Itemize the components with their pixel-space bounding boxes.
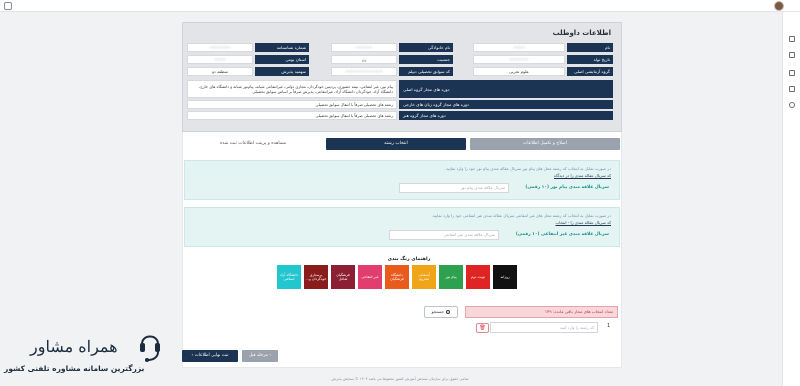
field-label-quota: سهمیه پذیرش	[255, 67, 309, 76]
search-icon	[446, 310, 451, 314]
field-value-birth-date: ••••••••	[473, 55, 565, 64]
legend-swatch-deprived: آسمانی محروم	[412, 265, 436, 289]
field-value-last-name: •••••••	[331, 43, 397, 52]
remaining-choices-badge: تعداد انتخاب های مجاز باقی مانده: ۱۴۹	[465, 306, 618, 318]
final-submit-button[interactable]: ثبت نهایی اطلاعات ‹	[182, 350, 238, 362]
panel-title: اطلاعات داوطلب	[552, 29, 611, 37]
legend-title: راهنمای رنگ بندی	[387, 257, 431, 262]
field-label-birth-date: تاریخ تولد	[567, 55, 613, 64]
group-value-foreign-languages: رشته های تحصیلی صرفاً با انتقال سوابق تح…	[187, 100, 397, 109]
field-value-quota: منطقه دو	[187, 67, 253, 76]
headset-logo-icon	[140, 335, 160, 362]
field-value-native-province: •••••	[187, 55, 253, 64]
footer-copyright: تمامی حقوق برای سازمان سنجش آموزش کشور م…	[331, 377, 469, 381]
settings-icon[interactable]	[789, 102, 795, 108]
field-label-gender: جنسیت	[399, 55, 453, 64]
notice-text: در صورت تمایل به انتخاب کد رشته محل های …	[444, 166, 611, 171]
legend-swatch-daily: روزانه	[493, 265, 517, 289]
prev-step-button[interactable]: › مرحله قبل	[242, 350, 278, 362]
field-value-first-name: •••••	[473, 43, 565, 52]
field-label-non-profit-serial: سریال علاقه مندی غیر انتفاعی (۱۰ رقمی)	[515, 232, 609, 237]
group-label-foreign-languages: دوره های مجاز گروه زبان های خارجی	[399, 100, 613, 109]
menu-icon[interactable]	[4, 2, 12, 10]
notice-payam-noor: در صورت تمایل به انتخاب کد رشته محل های …	[184, 160, 620, 200]
group-value-main: پیام نور، غیر انتفاعی، نیمه حضوری، پردیس…	[187, 80, 397, 98]
search-button-label: جستجو	[431, 309, 445, 314]
final-submit-label: ثبت نهایی اطلاعات	[194, 353, 229, 358]
group-label-art: دوره های مجاز گروه هنر	[399, 111, 613, 120]
legend-swatch-second-shift: نوبت دوم	[466, 265, 490, 289]
legend-swatch-non-profit: غیر انتفاعی	[358, 265, 382, 289]
field-label-diploma-code: کد سوابق تحصیلی دیپلم	[399, 67, 453, 76]
delete-icon[interactable]: 🗑	[476, 323, 489, 333]
folder-icon[interactable]	[789, 86, 795, 92]
search-button[interactable]: جستجو	[424, 306, 458, 318]
field-label-first-name: نام	[567, 43, 613, 52]
document-icon[interactable]	[789, 70, 795, 76]
brand-title: همراه مشاور	[30, 337, 118, 356]
field-label-native-province: استان بومی	[255, 55, 309, 64]
field-value-gender: زن	[331, 55, 397, 64]
field-label-exam-group: گروه آزمایشی اصلی	[567, 67, 613, 76]
candidate-info-panel: اطلاعات داوطلب نام ••••• نام خانوادگی ••…	[182, 22, 622, 132]
legend-swatch-farhangian: دانشگاه فرهنگیان	[385, 265, 409, 289]
notice-link[interactable]: کد سریال عقاله مندی را - انتخاب	[556, 220, 612, 225]
field-label-last-name: نام خانوادگی	[399, 43, 453, 52]
group-value-art: رشته های تحصیلی صرفاً با انتقال سوابق تح…	[187, 111, 397, 120]
prev-step-label: مرحله قبل	[248, 353, 268, 358]
right-rail	[782, 12, 800, 386]
row-index: 1	[607, 323, 611, 329]
notice-non-profit: در صورت تمایل به انتخاب کد رشته محل های …	[184, 207, 620, 247]
legend-swatch-azad: دانشگاه آزاد اسلامی	[277, 265, 301, 289]
group-label-main: دوره های مجاز گروه اصلی	[399, 80, 613, 98]
top-bar	[0, 0, 800, 12]
list-icon[interactable]	[789, 52, 795, 58]
field-value-diploma-code: ••••••••••••••••	[331, 67, 397, 76]
notice-text: در صورت تمایل به انتخاب کد رشته محل های …	[431, 213, 611, 218]
tab-view-info[interactable]: مشاهده و پرینت اطلاعات ثبت شده	[184, 138, 322, 150]
legend-swatch-payam-noor: پیام نور	[439, 265, 463, 289]
major-code-input[interactable]: کد رشته را وارد کنید	[490, 322, 598, 333]
field-label-id-number: شماره شناسنامه	[255, 43, 309, 52]
legend-swatch-self-funded: پرستاری خودگردان و...	[304, 265, 328, 289]
field-value-exam-group: علوم تجربی	[473, 67, 565, 76]
notice-link[interactable]: کد سریال عقاله مندی را در دیدگاه	[554, 173, 611, 178]
non-profit-serial-input[interactable]: سریال علاقه مندی غیر انتفاعی	[389, 230, 499, 240]
app-root: { "candidate_info": { "title": "اطلاعات …	[0, 0, 800, 386]
brand-subtitle: بزرگترین سامانه مشاوره تلفنی کشور	[4, 364, 145, 373]
avatar[interactable]	[774, 1, 784, 11]
field-label-payam-noor-serial: سریال علاقه مندی پیام نور (۱۰ رقمی)	[525, 185, 609, 190]
legend-swatch-farhangian-employed: فرهنگیان شاغل	[331, 265, 355, 289]
home-icon[interactable]	[789, 36, 795, 42]
payam-noor-serial-input[interactable]: سریال علاقه مندی پیام نور	[399, 183, 509, 193]
field-value-id-number: •••••••••	[187, 43, 253, 52]
tab-choose-major[interactable]: انتخاب رشته	[326, 138, 466, 150]
tab-edit-info[interactable]: اصلاح و تکمیل اطلاعات	[470, 138, 620, 150]
